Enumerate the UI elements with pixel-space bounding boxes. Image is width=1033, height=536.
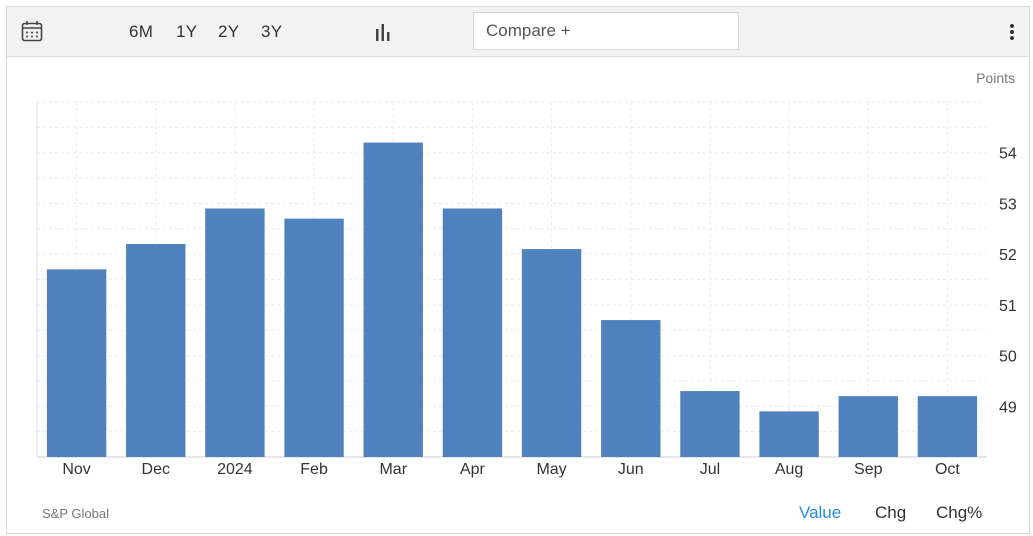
bar-oct: [917, 396, 978, 457]
mode-value-tab[interactable]: Value: [799, 503, 841, 523]
x-tick-label: Feb: [300, 461, 328, 478]
y-tick-label: 51: [999, 298, 1017, 315]
y-tick-label: 52: [999, 247, 1017, 264]
bar-aug: [759, 411, 819, 457]
mode-chg-tab[interactable]: Chg: [875, 503, 906, 523]
bar-mar: [363, 142, 423, 458]
y-tick-label: 50: [999, 349, 1017, 366]
x-tick-label: Nov: [62, 461, 90, 478]
x-tick-label: Aug: [775, 461, 803, 478]
x-tick-label: Apr: [460, 461, 486, 478]
bar-jun: [601, 320, 661, 457]
x-tick-label: Jun: [618, 461, 644, 478]
bar-sep: [838, 396, 898, 457]
bar-may: [521, 249, 582, 457]
bar-nov: [46, 269, 107, 457]
mode-chgpct-tab[interactable]: Chg%: [936, 503, 982, 523]
bar-2024: [205, 208, 265, 457]
source-label: S&P Global: [42, 506, 109, 521]
y-tick-label: 49: [999, 399, 1017, 416]
x-tick-label: 2024: [217, 461, 253, 478]
bar-chart: 49 50 51 52 53 54 Nov Dec 2024 Feb Mar Apr May Jun Jul…: [36, 101, 1017, 478]
x-tick-label: Dec: [142, 461, 170, 478]
bar-jul: [680, 391, 740, 457]
x-tick-label: May: [536, 461, 566, 478]
y-tick-label: 53: [999, 196, 1017, 213]
bar-dec: [126, 244, 186, 457]
chart-widget: 6M 1Y 2Y 3Y Compare + Points 49 50 51 52 53 5…: [6, 6, 1030, 534]
bar-apr: [442, 208, 503, 457]
x-tick-label: Sep: [854, 461, 883, 478]
y-tick-label: 54: [999, 146, 1017, 163]
bar-feb: [284, 218, 344, 457]
x-tick-label: Mar: [379, 461, 407, 478]
x-tick-label: Oct: [935, 461, 960, 478]
x-tick-label: Jul: [700, 461, 720, 478]
